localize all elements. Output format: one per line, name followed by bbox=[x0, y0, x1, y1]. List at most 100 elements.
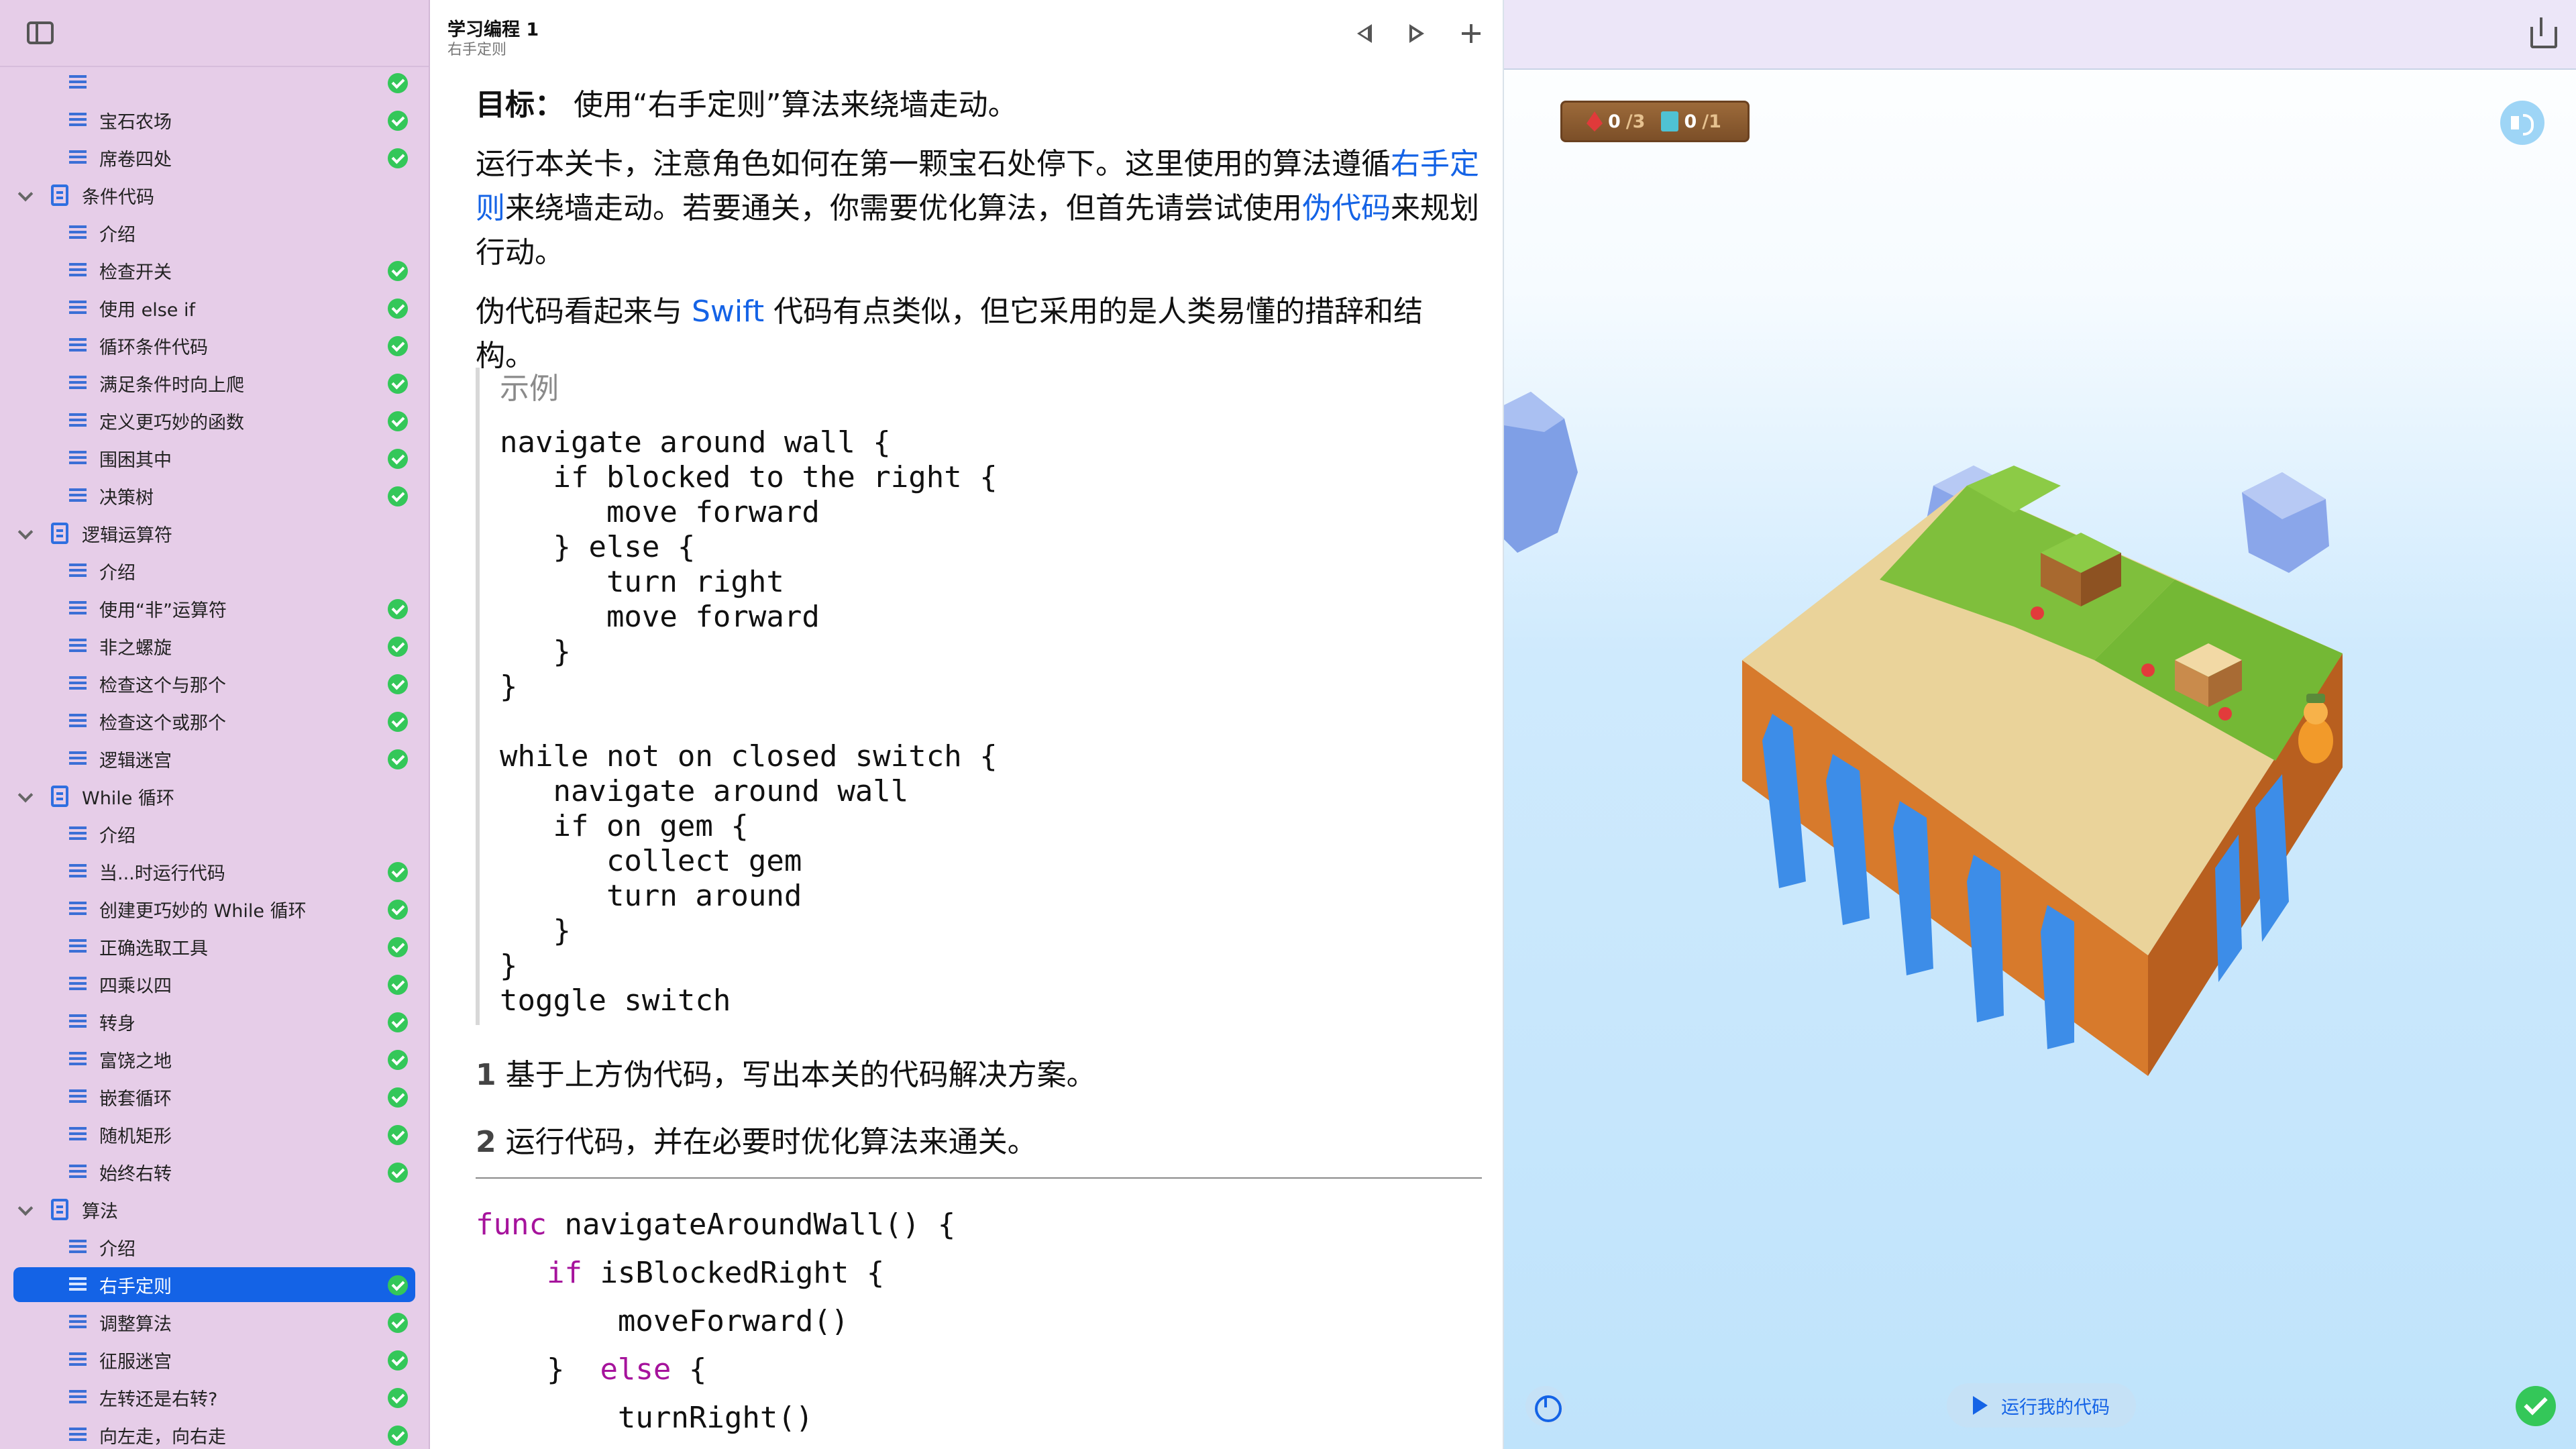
share-icon[interactable] bbox=[2530, 17, 2557, 48]
sidebar-item[interactable]: 围困其中 bbox=[0, 439, 429, 477]
code-line-3[interactable]: moveForward() bbox=[476, 1297, 955, 1346]
chevron-down-icon[interactable] bbox=[17, 186, 34, 202]
checkmark-icon bbox=[388, 1350, 408, 1371]
sidebar-section[interactable]: While 循环 bbox=[0, 777, 429, 815]
sidebar-item[interactable]: 左转还是右转? bbox=[0, 1379, 429, 1416]
sidebar-item[interactable]: 席卷四处 bbox=[0, 139, 429, 176]
sidebar-item[interactable]: 当...时运行代码 bbox=[0, 853, 429, 890]
checkmark-icon bbox=[388, 148, 408, 168]
page-icon bbox=[69, 1352, 87, 1367]
sidebar-item[interactable]: 调整算法 bbox=[0, 1303, 429, 1341]
code-line-4[interactable]: } else { bbox=[476, 1346, 955, 1394]
checkmark-icon bbox=[388, 1125, 408, 1145]
sidebar-item-label: 使用“非”运算符 bbox=[99, 600, 227, 621]
speaker-icon[interactable] bbox=[2500, 101, 2544, 145]
speedometer-icon[interactable] bbox=[1525, 1386, 1566, 1426]
goal-text: 使用“右手定则”算法来绕墙走动。 bbox=[574, 88, 1018, 122]
sidebar-item[interactable]: 创建更巧妙的 While 循环 bbox=[0, 890, 429, 928]
sidebar-section[interactable]: 条件代码 bbox=[0, 176, 429, 214]
gem-marker bbox=[2031, 606, 2044, 620]
plus-icon[interactable] bbox=[1458, 20, 1485, 47]
sidebar-section[interactable]: 算法 bbox=[0, 1191, 429, 1228]
sidebar-item-label: 检查这个或那个 bbox=[99, 712, 226, 734]
pseudocode-paragraph: 伪代码看起来与 Swift 代码有点类似，但它采用的是人类易懂的措辞和结构。 bbox=[476, 290, 1482, 378]
switches-total: /1 bbox=[1702, 111, 1721, 132]
sidebar-item[interactable]: 向左走，向右走 bbox=[0, 1416, 429, 1449]
sidebar-item-label: 检查开关 bbox=[99, 262, 172, 283]
page-icon bbox=[69, 263, 87, 278]
page-icon bbox=[69, 564, 87, 578]
sidebar-item[interactable]: 正确选取工具 bbox=[0, 928, 429, 965]
sidebar-item-label: 定义更巧妙的函数 bbox=[99, 412, 244, 433]
page-icon bbox=[69, 150, 87, 165]
chevron-down-icon[interactable] bbox=[17, 1200, 34, 1216]
sidebar-item[interactable]: 宝石农场 bbox=[0, 101, 429, 139]
sidebar-item-label: 逻辑迷宫 bbox=[99, 750, 172, 771]
chevron-down-icon[interactable] bbox=[17, 524, 34, 540]
page-icon bbox=[69, 601, 87, 616]
sidebar-item[interactable]: 循环条件代码 bbox=[0, 327, 429, 364]
goal-label: 目标： bbox=[476, 88, 564, 122]
code-line-5[interactable]: turnRight() bbox=[476, 1394, 955, 1442]
chevron-down-icon[interactable] bbox=[17, 787, 34, 803]
sidebar-item-label: 逻辑运算符 bbox=[82, 525, 172, 546]
sidebar-item[interactable]: 介绍 bbox=[0, 815, 429, 853]
sidebar-item[interactable]: 四乘以四 bbox=[0, 965, 429, 1003]
play-icon bbox=[1973, 1396, 1988, 1415]
checkmark-icon bbox=[388, 1275, 408, 1295]
sidebar-item[interactable]: 使用 else if bbox=[0, 289, 429, 327]
content-toolbar: 学习编程 1 右手定则 bbox=[431, 0, 1503, 67]
sidebar-item[interactable]: 决策树 bbox=[0, 477, 429, 515]
sidebar-item[interactable]: 满足条件时向上爬 bbox=[0, 364, 429, 402]
puzzle-world bbox=[1504, 392, 2343, 1076]
task-steps: 1 基于上方伪代码，写出本关的代码解决方案。 2 运行代码，并在必要时优化算法来通关… bbox=[476, 1053, 1482, 1187]
sidebar-item[interactable] bbox=[0, 64, 429, 101]
sidebar-item[interactable]: 定义更巧妙的函数 bbox=[0, 402, 429, 439]
sidebar-item-label: While 循环 bbox=[82, 788, 175, 809]
code-line-2[interactable]: if isBlockedRight { bbox=[476, 1249, 955, 1297]
checkmark-icon bbox=[388, 299, 408, 319]
switches-on: 0 bbox=[1684, 111, 1697, 132]
checkmark-icon bbox=[388, 73, 408, 93]
code-line-1[interactable]: func navigateAroundWall() { bbox=[476, 1201, 955, 1249]
sidebar-item-label: 转身 bbox=[99, 1013, 136, 1034]
sidebar-item[interactable]: 逻辑迷宫 bbox=[0, 740, 429, 777]
sidebar-section[interactable]: 逻辑运算符 bbox=[0, 515, 429, 552]
sidebar-item-selected[interactable]: 右手定则 bbox=[0, 1266, 429, 1303]
sidebar-item[interactable]: 介绍 bbox=[0, 214, 429, 252]
run-button-label: 运行我的代码 bbox=[2001, 1397, 2110, 1418]
checkmark-icon bbox=[388, 449, 408, 469]
step-text: 基于上方伪代码，写出本关的代码解决方案。 bbox=[505, 1058, 1096, 1092]
page-icon bbox=[69, 301, 87, 315]
pseudocode-link[interactable]: 伪代码 bbox=[1302, 191, 1391, 225]
page-icon bbox=[69, 338, 87, 353]
code-editor[interactable]: func navigateAroundWall() { if isBlocked… bbox=[476, 1201, 955, 1442]
sidebar-item[interactable]: 征服迷宫 bbox=[0, 1341, 429, 1379]
sidebar-item[interactable]: 检查这个与那个 bbox=[0, 665, 429, 702]
step-2: 2 运行代码，并在必要时优化算法来通关。 bbox=[476, 1120, 1482, 1165]
sidebar-item[interactable]: 检查这个或那个 bbox=[0, 702, 429, 740]
gems-collected: 0 bbox=[1608, 111, 1621, 132]
sidebar-item[interactable]: 检查开关 bbox=[0, 252, 429, 289]
sidebar-item[interactable]: 嵌套循环 bbox=[0, 1078, 429, 1116]
sidebar-item[interactable]: 富饶之地 bbox=[0, 1040, 429, 1078]
sidebar-item[interactable]: 始终右转 bbox=[0, 1153, 429, 1191]
previous-page-icon[interactable] bbox=[1350, 20, 1377, 47]
sidebar-item-label: 随机矩形 bbox=[99, 1126, 172, 1147]
sidebar-item[interactable]: 非之螺旋 bbox=[0, 627, 429, 665]
sidebar-toggle-icon[interactable] bbox=[27, 21, 54, 44]
code-text: { bbox=[671, 1352, 707, 1387]
sidebar-item[interactable]: 转身 bbox=[0, 1003, 429, 1040]
run-my-code-button[interactable]: 运行我的代码 bbox=[1947, 1383, 2136, 1428]
sidebar-item[interactable]: 介绍 bbox=[0, 552, 429, 590]
sidebar-item[interactable]: 介绍 bbox=[0, 1228, 429, 1266]
sidebar-item-label: 调整算法 bbox=[99, 1313, 172, 1335]
next-page-icon[interactable] bbox=[1403, 20, 1430, 47]
sidebar-item[interactable]: 随机矩形 bbox=[0, 1116, 429, 1153]
checkmark-icon bbox=[388, 712, 408, 732]
sidebar-item[interactable]: 使用“非”运算符 bbox=[0, 590, 429, 627]
step-1: 1 基于上方伪代码，写出本关的代码解决方案。 bbox=[476, 1053, 1482, 1097]
swift-link[interactable]: Swift bbox=[692, 294, 764, 329]
intro-text-a: 运行本关卡，注意角色如何在第一颗宝石处停下。这里使用的算法遵循 bbox=[476, 147, 1391, 181]
floating-island-left bbox=[1504, 392, 1578, 553]
